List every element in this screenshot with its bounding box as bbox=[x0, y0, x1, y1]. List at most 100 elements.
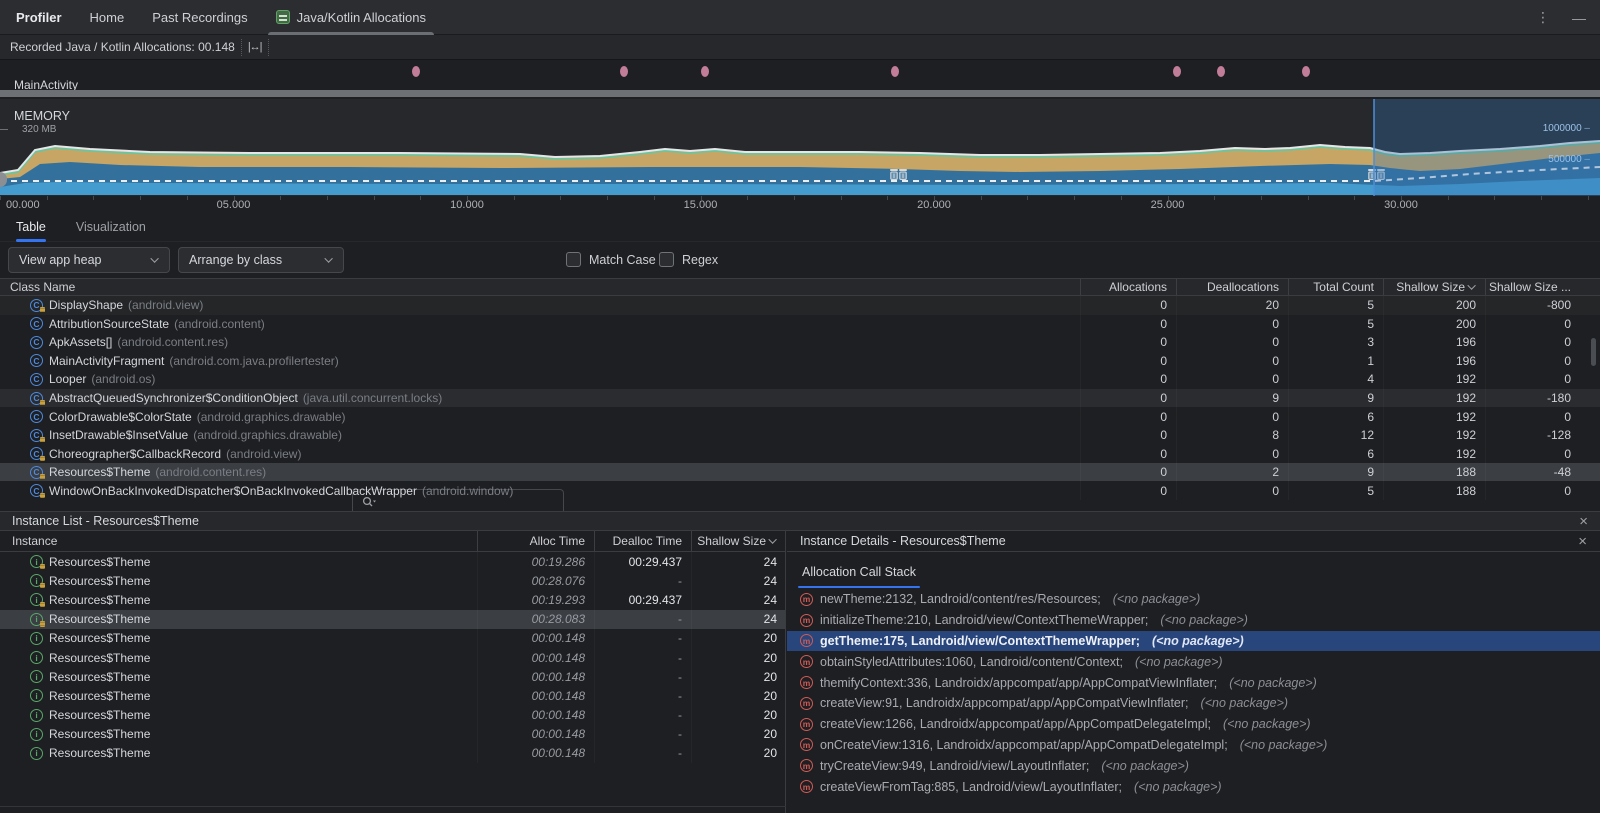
instance-row[interactable]: iResources$Theme00:28.083-24 bbox=[0, 610, 785, 629]
class-package: (android.content.res) bbox=[155, 465, 266, 479]
instance-row[interactable]: iResources$Theme00:19.28600:29.43724 bbox=[0, 552, 785, 571]
frame-package: (<no package>) bbox=[1201, 696, 1289, 710]
method-icon: m bbox=[800, 593, 813, 606]
column-header-allocations[interactable]: Allocations bbox=[1080, 279, 1176, 295]
class-package: (android.com.java.profilertester) bbox=[169, 354, 338, 368]
class-table-row[interactable]: CResources$Theme(android.content.res)029… bbox=[0, 463, 1600, 482]
column-header-instance[interactable]: Instance bbox=[0, 534, 477, 548]
cell-dealloc-time: - bbox=[594, 744, 691, 763]
memory-chart-panel[interactable]: MEMORY 320 MB 1000000 –500000 – bbox=[0, 99, 1600, 196]
tab-visualization[interactable]: Visualization bbox=[76, 212, 146, 242]
instance-row[interactable]: iResources$Theme00:00.148-20 bbox=[0, 725, 785, 744]
top-tab-java-kotlin-allocations[interactable]: Java/Kotlin Allocations bbox=[276, 0, 426, 35]
class-table-row[interactable]: CAttributionSourceState(android.content)… bbox=[0, 315, 1600, 334]
activity-event-dot[interactable] bbox=[1217, 66, 1225, 77]
instance-row[interactable]: iResources$Theme00:00.148-20 bbox=[0, 686, 785, 705]
allocation-badge-icon bbox=[40, 564, 46, 570]
column-header-shallow-size-[interactable]: Shallow Size ... bbox=[1485, 279, 1580, 295]
column-header-shallow-size[interactable]: Shallow Size bbox=[1383, 279, 1485, 295]
call-stack-frame[interactable]: mcreateView:91, Landroidx/appcompat/app/… bbox=[787, 693, 1600, 714]
timeline-tick bbox=[841, 196, 842, 200]
top-tab-profiler[interactable]: Profiler bbox=[16, 0, 62, 35]
activity-event-dot[interactable] bbox=[412, 66, 420, 77]
class-table-row[interactable]: CAbstractQueuedSynchronizer$ConditionObj… bbox=[0, 389, 1600, 408]
call-stack-frame[interactable]: mtryCreateView:949, Landroid/view/Layout… bbox=[787, 755, 1600, 776]
instance-row[interactable]: iResources$Theme00:00.148-20 bbox=[0, 706, 785, 725]
vertical-scrollbar[interactable] bbox=[1591, 338, 1596, 366]
class-name-cell: CColorDrawable$ColorState(android.graphi… bbox=[0, 410, 1080, 424]
tab-table[interactable]: Table bbox=[16, 212, 46, 242]
call-stack-frame[interactable]: mthemifyContext:336, Landroidx/appcompat… bbox=[787, 672, 1600, 693]
regex-checkbox[interactable]: Regex bbox=[659, 252, 718, 267]
close-icon[interactable]: × bbox=[1578, 534, 1587, 549]
tab-allocation-call-stack[interactable]: Allocation Call Stack bbox=[800, 565, 918, 588]
timeline-axis[interactable]: 00.00005.00010.00015.00020.00025.00030.0… bbox=[0, 196, 1600, 212]
match-case-checkbox[interactable]: Match Case bbox=[566, 252, 656, 267]
timeline-selection-region[interactable] bbox=[1374, 99, 1600, 196]
cell-shallow-size: 20 bbox=[691, 744, 786, 763]
minimize-icon[interactable]: — bbox=[1572, 10, 1586, 26]
activity-event-dot[interactable] bbox=[891, 66, 899, 77]
column-header-dealloc-time[interactable]: Dealloc Time bbox=[594, 531, 691, 551]
cell-dealloc-time: - bbox=[594, 629, 691, 648]
instance-row[interactable]: iResources$Theme00:19.29300:29.43724 bbox=[0, 590, 785, 609]
instance-table-header[interactable]: InstanceAlloc TimeDealloc TimeShallow Si… bbox=[0, 531, 785, 552]
activity-lifecycle-bar[interactable] bbox=[0, 90, 1600, 97]
column-header-total-count[interactable]: Total Count bbox=[1288, 279, 1383, 295]
cell-deallocations: 20 bbox=[1176, 296, 1288, 315]
class-table-row[interactable]: CLooper(android.os)0041920 bbox=[0, 370, 1600, 389]
column-header-alloc-time[interactable]: Alloc Time bbox=[477, 531, 594, 551]
top-tab-home[interactable]: Home bbox=[90, 0, 125, 35]
class-package: (android.window) bbox=[422, 484, 513, 498]
zoom-to-fit-icon[interactable]: |↔| bbox=[248, 41, 262, 53]
allocation-badge-icon bbox=[40, 493, 46, 498]
instance-icon: i bbox=[30, 689, 43, 702]
heap-select[interactable]: View app heap bbox=[8, 247, 170, 273]
more-options-icon[interactable]: ⋮ bbox=[1536, 9, 1550, 26]
instance-row[interactable]: iResources$Theme00:28.076-24 bbox=[0, 571, 785, 590]
class-table-row[interactable]: CColorDrawable$ColorState(android.graphi… bbox=[0, 407, 1600, 426]
class-table-row[interactable]: CInsetDrawable$InsetValue(android.graphi… bbox=[0, 426, 1600, 445]
activity-event-dot[interactable] bbox=[620, 66, 628, 77]
column-header-deallocations[interactable]: Deallocations bbox=[1176, 279, 1288, 295]
instance-row[interactable]: iResources$Theme00:00.148-20 bbox=[0, 744, 785, 763]
column-header-shallow-size[interactable]: Shallow Size bbox=[691, 531, 786, 551]
timeline-tick-label: 05.000 bbox=[204, 199, 264, 211]
class-table-row[interactable]: CMainActivityFragment(android.com.java.p… bbox=[0, 352, 1600, 371]
activity-event-dot[interactable] bbox=[1302, 66, 1310, 77]
class-table-row[interactable]: CWindowOnBackInvokedDispatcher$OnBackInv… bbox=[0, 481, 1600, 500]
instance-row[interactable]: iResources$Theme00:00.148-20 bbox=[0, 667, 785, 686]
allocation-event-track[interactable] bbox=[0, 60, 1600, 85]
arrange-select[interactable]: Arrange by class bbox=[178, 247, 344, 273]
call-stack-frame[interactable]: mnewTheme:2132, Landroid/content/res/Res… bbox=[787, 589, 1600, 610]
call-stack-frame[interactable]: minitializeTheme:210, Landroid/view/Cont… bbox=[787, 610, 1600, 631]
close-icon[interactable]: × bbox=[1579, 514, 1588, 529]
timeline-tick bbox=[887, 196, 888, 200]
call-stack-frame[interactable]: monCreateView:1316, Landroidx/appcompat/… bbox=[787, 735, 1600, 756]
call-stack-frame[interactable]: mcreateViewFromTag:885, Landroid/view/La… bbox=[787, 776, 1600, 797]
allocation-badge-icon bbox=[40, 474, 46, 479]
class-name: DisplayShape bbox=[49, 298, 123, 312]
cell-shallow-size-delta: 0 bbox=[1485, 333, 1580, 352]
column-header-label: Shallow Size bbox=[1396, 280, 1465, 294]
call-stack-frame[interactable]: mcreateView:1266, Landroidx/appcompat/ap… bbox=[787, 714, 1600, 735]
class-table-header[interactable]: Class NameAllocationsDeallocations Total … bbox=[0, 278, 1600, 296]
class-table-row[interactable]: CChoreographer$CallbackRecord(android.vi… bbox=[0, 444, 1600, 463]
cell-total-count: 3 bbox=[1288, 333, 1383, 352]
activity-event-dot[interactable] bbox=[701, 66, 709, 77]
cell-shallow-size: 196 bbox=[1383, 352, 1485, 371]
top-tab-label: Java/Kotlin Allocations bbox=[297, 10, 426, 25]
call-stack-frame[interactable]: mobtainStyledAttributes:1060, Landroid/c… bbox=[787, 651, 1600, 672]
timeline-tick bbox=[1261, 196, 1262, 200]
instance-row[interactable]: iResources$Theme00:00.148-20 bbox=[0, 648, 785, 667]
class-table-row[interactable]: CDisplayShape(android.view)0205200-800 bbox=[0, 296, 1600, 315]
class-table-row[interactable]: CApkAssets[](android.content.res)0031960 bbox=[0, 333, 1600, 352]
regex-label: Regex bbox=[682, 253, 718, 267]
column-header-class-name[interactable]: Class Name bbox=[0, 280, 1080, 294]
call-stack-frame[interactable]: mgetTheme:175, Landroid/view/ContextThem… bbox=[787, 631, 1600, 652]
column-header-label: Total Count bbox=[1313, 280, 1374, 294]
activity-event-dot[interactable] bbox=[1173, 66, 1181, 77]
top-tab-past-recordings[interactable]: Past Recordings bbox=[152, 0, 247, 35]
separator bbox=[268, 39, 269, 56]
instance-row[interactable]: iResources$Theme00:00.148-20 bbox=[0, 629, 785, 648]
